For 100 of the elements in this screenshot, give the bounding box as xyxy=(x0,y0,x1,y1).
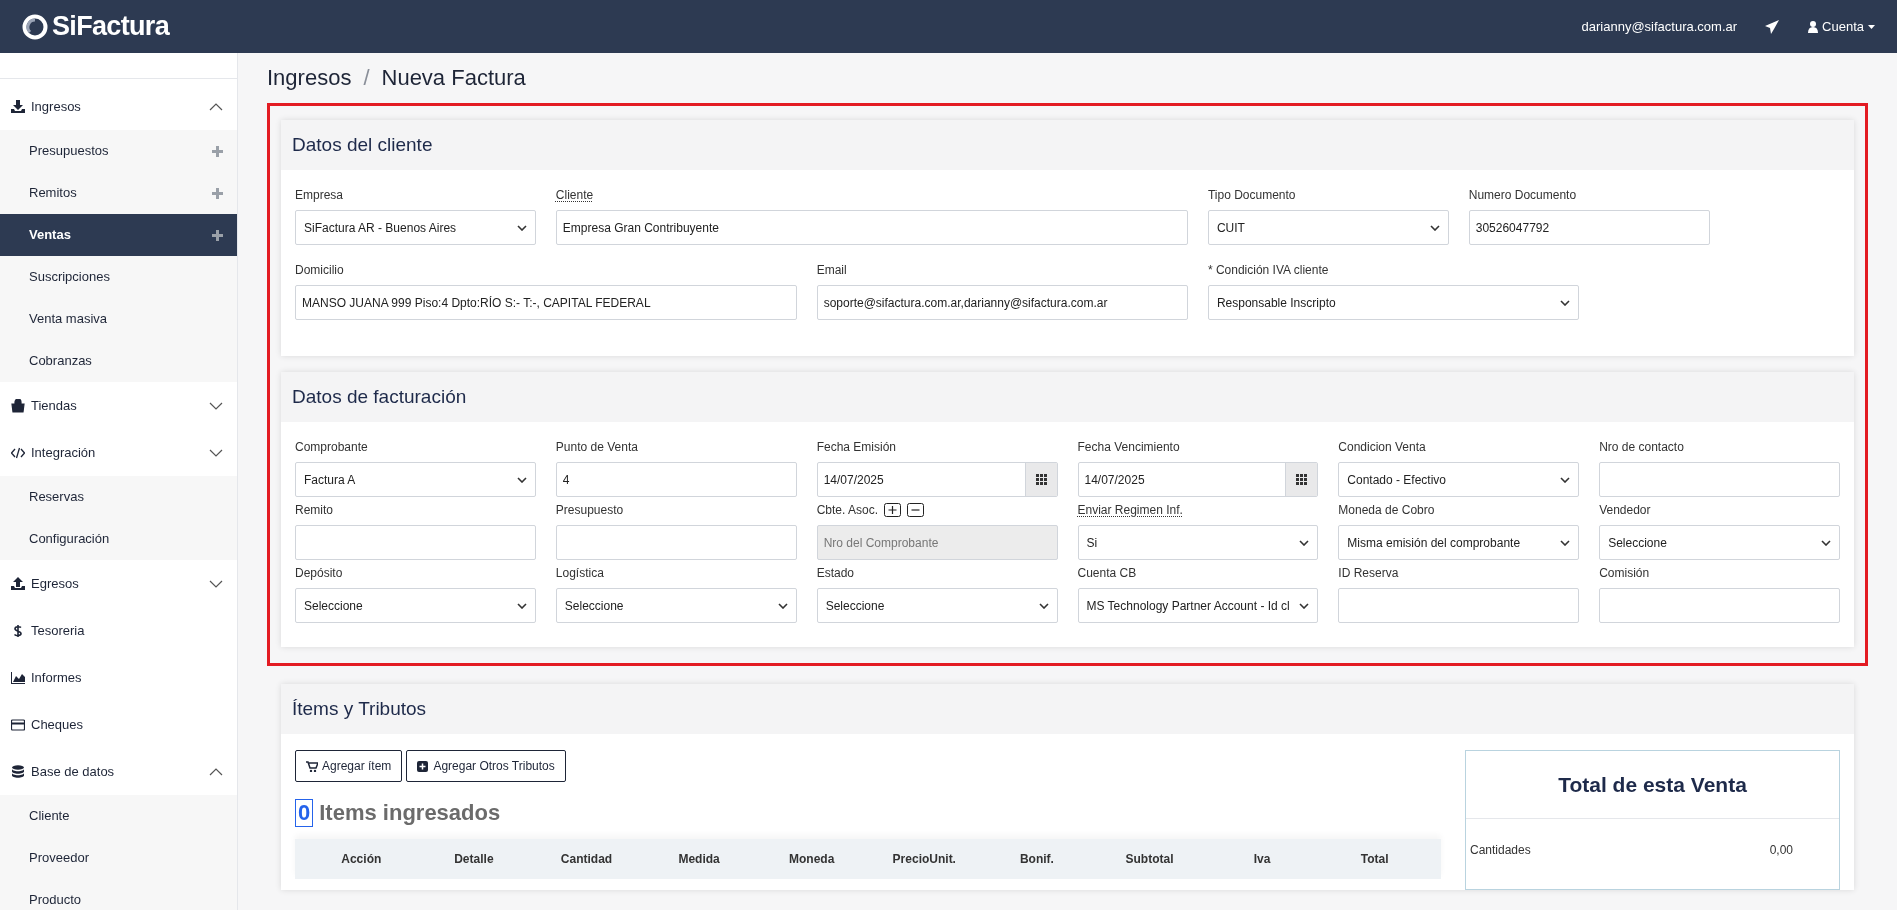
sidebar-item[interactable]: Producto xyxy=(0,879,237,910)
toolbar-button[interactable]: Agregar Otros Tributos xyxy=(406,750,566,782)
input-field[interactable] xyxy=(555,525,797,560)
sidebar-item[interactable]: Presupuestos xyxy=(0,130,237,172)
sidebar-section[interactable]: Cheques xyxy=(0,701,237,748)
toolbar-button[interactable]: Agregar ítem xyxy=(295,750,403,782)
select-field[interactable]: Seleccione xyxy=(555,588,797,623)
account-menu[interactable]: Cuenta xyxy=(1808,16,1875,37)
grid-icon xyxy=(1296,474,1308,485)
download-icon xyxy=(11,99,25,114)
sidebar-item[interactable]: Cobranzas xyxy=(0,340,237,382)
select-field[interactable]: Seleccione xyxy=(1599,525,1840,560)
field-label: Tipo Documento xyxy=(1207,187,1296,204)
select-field[interactable]: Seleccione xyxy=(295,588,536,623)
column-header: Acción xyxy=(340,851,383,868)
select-field[interactable]: Responsable Inscripto xyxy=(1207,285,1580,320)
breadcrumb-separator: / xyxy=(363,63,370,92)
chevron-down-icon xyxy=(1560,299,1571,306)
upload-icon xyxy=(11,576,25,591)
select-field[interactable]: Misma emisión del comprobante xyxy=(1338,525,1580,560)
credit-card-icon xyxy=(11,717,25,732)
select-field[interactable]: CUIT xyxy=(1207,210,1449,245)
chevron-down-icon xyxy=(1560,476,1571,483)
logo-text[interactable]: SiFactura xyxy=(52,6,169,47)
total-label: Cantidades xyxy=(1470,842,1531,859)
sidebar-item[interactable]: Cliente xyxy=(0,795,237,837)
field-label: Nro de contacto xyxy=(1599,439,1684,456)
chevron-down-icon xyxy=(209,401,223,410)
input-field[interactable] xyxy=(295,525,536,560)
sidebar-section[interactable]: Egresos xyxy=(0,560,237,607)
date-field[interactable]: 14/07/2025 xyxy=(1077,462,1319,497)
chevron-down-icon xyxy=(1299,539,1310,546)
input-field[interactable] xyxy=(1599,588,1840,623)
field-label: Estado xyxy=(816,565,854,582)
column-header: Bonif. xyxy=(1018,851,1055,868)
total-value: 0,00 xyxy=(1769,842,1793,859)
sidebar-section[interactable]: Tesoreria xyxy=(0,607,237,654)
sidebar-item[interactable]: Venta masiva xyxy=(0,298,237,340)
area-chart-icon xyxy=(11,670,25,685)
field-label: Empresa xyxy=(295,187,344,204)
plus-icon xyxy=(884,503,902,517)
field-label: Logística xyxy=(555,565,604,582)
sidebar-item[interactable]: Proveedor xyxy=(0,837,237,879)
sidebar-section[interactable]: Informes xyxy=(0,654,237,701)
plus-icon xyxy=(417,760,430,772)
field-label: Comisión xyxy=(1599,565,1650,582)
sidebar-item[interactable]: Reservas xyxy=(0,476,237,518)
column-header: Total xyxy=(1359,851,1390,868)
field-label: Fecha Emisión xyxy=(816,439,897,456)
sidebar-item[interactable]: Remitos xyxy=(0,172,237,214)
field-label: Email xyxy=(816,262,847,279)
sidebar-section[interactable]: Integración xyxy=(0,429,237,476)
sidebar-section[interactable]: Base de datos xyxy=(0,748,237,795)
select-field[interactable]: Seleccione xyxy=(816,588,1058,623)
input-field[interactable]: MANSO JUANA 999 Piso:4 Dpto:RÍO S:- T:-, CAPITAL FEDERAL xyxy=(295,285,797,320)
chevron-down-icon xyxy=(516,224,527,231)
breadcrumb-item[interactable]: Ingresos xyxy=(267,60,352,94)
input-field[interactable]: 30526047792 xyxy=(1468,210,1710,245)
input-field[interactable]: Empresa Gran Contribuyente xyxy=(555,210,1188,245)
column-header: Subtotal xyxy=(1124,851,1175,868)
dollar-icon xyxy=(11,623,25,638)
sidebar-item[interactable]: Ventas xyxy=(0,214,237,256)
chevron-down-icon xyxy=(516,476,527,483)
field-label: Condicion Venta xyxy=(1338,439,1426,456)
user-icon xyxy=(1808,20,1819,33)
sidebar-section[interactable]: Ingresos xyxy=(0,83,237,130)
sidebar-item[interactable]: Configuración xyxy=(0,518,237,560)
calendar-button[interactable] xyxy=(1024,463,1057,496)
input-field[interactable]: soporte@sifactura.com.ar,darianny@sifactura.com.ar xyxy=(816,285,1188,320)
select-field[interactable]: Factura A xyxy=(295,462,536,497)
calendar-button[interactable] xyxy=(1285,463,1318,496)
field-label: Remito xyxy=(295,502,333,519)
column-header: PrecioUnit. xyxy=(891,851,957,868)
column-header: Moneda xyxy=(788,851,836,868)
column-header: Medida xyxy=(677,851,721,868)
field-label: Depósito xyxy=(295,565,343,582)
breadcrumb-item: Nueva Factura xyxy=(381,63,526,92)
select-field[interactable]: Contado - Efectivo xyxy=(1338,462,1580,497)
sidebar-item[interactable]: Suscripciones xyxy=(0,256,237,298)
select-field[interactable]: SiFactura AR - Buenos Aires xyxy=(295,210,536,245)
logo-icon xyxy=(22,13,48,40)
minus-icon xyxy=(907,503,925,517)
field-label: Vendedor xyxy=(1599,502,1651,519)
database-icon xyxy=(11,764,25,779)
input-field[interactable] xyxy=(1599,462,1840,497)
shopping-bag-icon xyxy=(11,398,25,413)
chevron-down-icon xyxy=(1429,224,1440,231)
field-label: Enviar Regimen Inf. xyxy=(1077,502,1183,519)
section-title: Datos de facturación xyxy=(292,384,467,409)
column-header: Iva xyxy=(1252,851,1272,868)
chevron-up-icon xyxy=(209,767,223,776)
send-icon[interactable] xyxy=(1765,19,1781,34)
chevron-down-icon xyxy=(209,579,223,588)
input-field[interactable] xyxy=(1338,588,1580,623)
sidebar-section[interactable]: Tiendas xyxy=(0,382,237,429)
item-count: 0 xyxy=(295,798,314,827)
select-field[interactable]: MS Technology Partner Account - Id cl xyxy=(1077,588,1319,623)
date-field[interactable]: 14/07/2025 xyxy=(816,462,1058,497)
select-field[interactable]: Si xyxy=(1077,525,1319,560)
input-field[interactable]: 4 xyxy=(555,462,797,497)
